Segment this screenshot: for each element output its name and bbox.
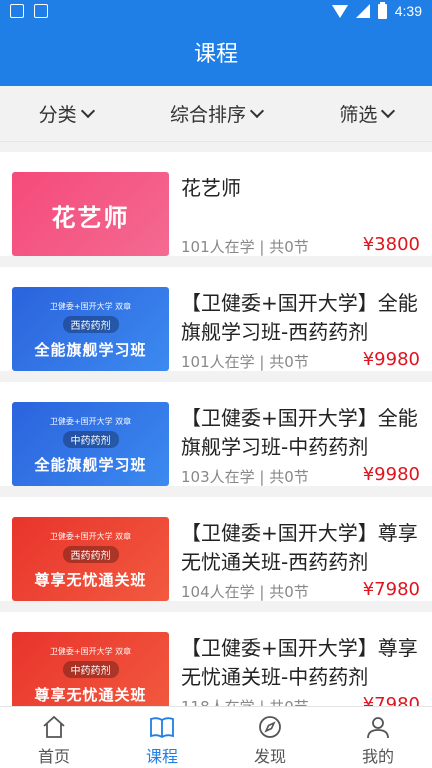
book-icon — [150, 717, 174, 739]
tab-courses-label: 课程 — [145, 747, 178, 766]
user-icon — [367, 717, 389, 739]
course-price: ¥9980 — [362, 349, 420, 370]
thumbnail-main-text: 尊享无忧通关班 — [34, 686, 147, 704]
home-icon — [43, 715, 65, 738]
course-card[interactable]: 卫健委+国开大学 双章 西药药剂 全能旗舰学习班 【卫健委+国开大学】全能旗舰学… — [0, 267, 432, 371]
thumbnail-pill: 西药药剂 — [62, 316, 119, 333]
course-meta: 104人在学 | 共0节 — [181, 583, 309, 601]
tab-home-label: 首页 — [37, 747, 70, 766]
status-time: 4:39 — [394, 3, 422, 19]
thumbnail-main-text: 花艺师 — [51, 204, 130, 232]
course-title: 【卫健委+国开大学】全能旗舰学习班-西药药剂 — [181, 291, 418, 344]
course-thumbnail: 卫健委+国开大学 双章 西药药剂 尊享无忧通关班 — [12, 517, 169, 601]
page-title: 课程 — [0, 24, 432, 86]
thumbnail-top-text: 卫健委+国开大学 双章 — [49, 647, 132, 656]
course-price: ¥3800 — [362, 234, 420, 255]
course-thumbnail: 卫健委+国开大学 双章 中药药剂 全能旗舰学习班 — [12, 402, 169, 486]
chevron-down-icon — [249, 103, 265, 118]
gallery-notification-icon — [10, 4, 24, 18]
course-card[interactable]: 卫健委+国开大学 双章 中药药剂 全能旗舰学习班 【卫健委+国开大学】全能旗舰学… — [0, 382, 432, 486]
tab-courses[interactable]: 课程 — [108, 707, 216, 768]
thumbnail-pill: 中药药剂 — [62, 661, 119, 678]
course-title: 【卫健委+国开大学】尊享无忧通关班-西药药剂 — [181, 521, 418, 574]
course-card[interactable]: 花艺师 花艺师 101人在学 | 共0节 ¥3800 — [0, 152, 432, 256]
course-meta: 118人在学 | 共0节 — [181, 696, 309, 706]
thumbnail-main-text: 尊享无忧通关班 — [34, 571, 147, 589]
bottom-tab-bar: 首页 课程 发现 我的 — [0, 706, 432, 768]
thumbnail-top-text: 卫健委+国开大学 双章 — [49, 417, 132, 426]
wifi-icon — [331, 4, 348, 18]
compass-icon — [259, 716, 281, 738]
chevron-down-icon — [80, 103, 95, 118]
course-title: 花艺师 — [181, 176, 241, 200]
thumbnail-pill: 西药药剂 — [62, 546, 119, 563]
battery-icon — [377, 1, 387, 19]
course-list: 花艺师 花艺师 101人在学 | 共0节 ¥3800 卫健委+国开大学 双章 西… — [0, 142, 432, 706]
course-meta: 101人在学 | 共0节 — [181, 238, 309, 256]
thumbnail-pill: 中药药剂 — [62, 431, 119, 448]
course-thumbnail: 卫健委+国开大学 双章 中药药剂 尊享无忧通关班 — [12, 632, 169, 706]
chevron-down-icon — [381, 103, 396, 118]
course-card[interactable]: 卫健委+国开大学 双章 中药药剂 尊享无忧通关班 【卫健委+国开大学】尊享无忧通… — [0, 612, 432, 706]
tab-profile-label: 我的 — [361, 747, 394, 766]
course-price: ¥9980 — [362, 464, 420, 485]
course-thumbnail: 花艺师 — [12, 172, 169, 256]
tab-profile[interactable]: 我的 — [324, 707, 432, 768]
course-meta: 101人在学 | 共0节 — [181, 353, 309, 371]
course-title: 【卫健委+国开大学】尊享无忧通关班-中药药剂 — [181, 636, 418, 689]
sort-filter-label: 综合排序 — [169, 104, 246, 126]
screen-filter-label: 筛选 — [339, 104, 378, 126]
thumbnail-main-text: 全能旗舰学习班 — [34, 456, 147, 474]
screen-filter[interactable]: 筛选 — [339, 100, 396, 127]
thumbnail-top-text: 卫健委+国开大学 双章 — [49, 532, 132, 541]
status-bar: 4:39 — [0, 0, 432, 24]
course-meta: 103人在学 | 共0节 — [181, 468, 309, 486]
thumbnail-main-text: 全能旗舰学习班 — [34, 341, 147, 359]
course-card[interactable]: 卫健委+国开大学 双章 西药药剂 尊享无忧通关班 【卫健委+国开大学】尊享无忧通… — [0, 497, 432, 601]
course-title: 【卫健委+国开大学】全能旗舰学习班-中药药剂 — [181, 406, 418, 459]
tab-home[interactable]: 首页 — [0, 707, 108, 768]
course-price: ¥7980 — [362, 694, 420, 706]
app-notification-icon — [34, 4, 48, 18]
tab-discover[interactable]: 发现 — [216, 707, 324, 768]
sort-filter[interactable]: 综合排序 — [169, 100, 265, 127]
filter-bar: 分类 综合排序 筛选 — [0, 86, 432, 142]
tab-discover-label: 发现 — [253, 747, 286, 766]
category-filter-label: 分类 — [38, 104, 77, 126]
course-thumbnail: 卫健委+国开大学 双章 西药药剂 全能旗舰学习班 — [12, 287, 169, 371]
thumbnail-top-text: 卫健委+国开大学 双章 — [49, 302, 132, 311]
category-filter[interactable]: 分类 — [38, 100, 95, 127]
signal-icon — [355, 4, 370, 18]
course-price: ¥7980 — [362, 579, 420, 600]
